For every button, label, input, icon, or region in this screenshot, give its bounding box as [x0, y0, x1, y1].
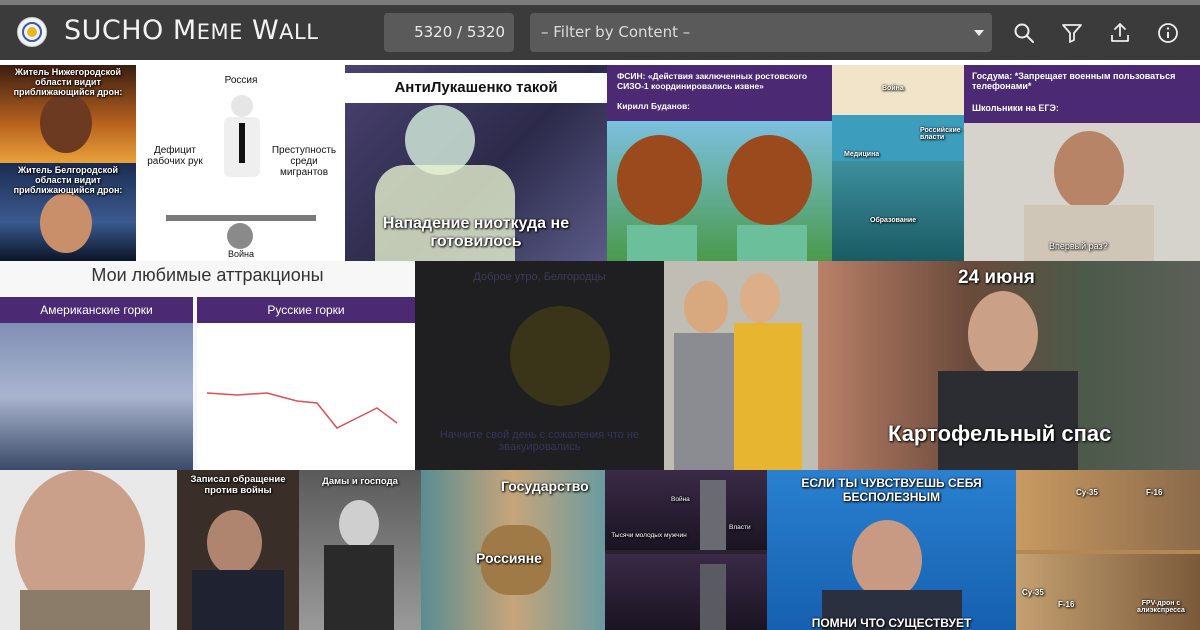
filter-placeholder: – Filter by Content – [541, 23, 691, 41]
meme-tile-monkey-puppet[interactable]: ФСИН: «Действия заключенных ростовского … [607, 65, 832, 261]
meme-caption: Государство [501, 478, 589, 494]
meme-caption: Война [882, 85, 904, 92]
upload-icon[interactable] [1108, 21, 1132, 45]
meme-caption: Записал обращение против войны [190, 474, 286, 496]
meme-caption: ПОМНИ ЧТО СУЩЕСТВУЕТ [811, 616, 972, 630]
meme-caption: F-16 [1058, 600, 1075, 609]
meme-tile-ladies-gentlemen[interactable]: Дамы и господа [299, 470, 421, 630]
meme-caption: Начните свой день с сожаления что не эва… [439, 429, 640, 453]
meme-caption: Су-35 [1076, 488, 1098, 497]
meme-caption: 24 июня [958, 267, 1035, 288]
meme-caption: FPV-дрон с алиэкспресса [1137, 600, 1185, 614]
meme-caption: Тысячи молодых мужчин [611, 532, 687, 539]
meme-caption: Госдума: *Запрещает военным пользоваться… [972, 71, 1176, 91]
meme-tile-arnold-address[interactable]: Записал обращение против войны [177, 470, 299, 630]
meme-tile-cat-state[interactable]: Государство Россияне [421, 470, 605, 630]
meme-caption: Су-35 [1022, 588, 1044, 597]
meme-caption: Дефицит рабочих рук [147, 145, 203, 167]
meme-caption: Российские власти [920, 127, 961, 141]
meme-caption: Мои любимые аттракционы [91, 265, 324, 285]
meme-caption: Впервый раз? [1049, 241, 1108, 251]
meme-caption: Картофельный спас [888, 421, 1112, 446]
meme-caption: Преступность среди мигрантов [271, 145, 337, 178]
meme-tile-lavrov[interactable]: ЕСЛИ ТЫ ЧУВСТВУЕШЬ СЕБЯ БЕСПОЛЕЗНЫМ ПОМН… [767, 470, 1016, 630]
meme-caption: Школьники на ЕГЭ: [972, 103, 1059, 113]
search-icon[interactable] [1012, 21, 1036, 45]
chevron-down-icon [974, 30, 984, 36]
meme-tile-hallway[interactable]: Война Власти Тысячи молодых мужчин [605, 470, 767, 630]
meme-caption: Доброе утро, Белгородцы [473, 271, 606, 283]
meme-tile-rollercoaster[interactable]: Мои любимые аттракционы Американские гор… [0, 261, 415, 470]
meme-tile-orban[interactable] [0, 470, 177, 630]
info-icon[interactable] [1156, 21, 1180, 45]
meme-caption: Война [671, 496, 690, 503]
meme-grid: Житель Нижегородской области видит прибл… [0, 60, 1200, 630]
meme-caption: Кирилл Буданов: [617, 101, 691, 111]
meme-tile-lukashenko[interactable]: АнтиЛукашенко такой Нападение ниоткуда н… [345, 65, 607, 261]
meme-caption: Русские горки [267, 303, 345, 317]
meme-caption: Нападение ниоткуда не готовилось [382, 215, 570, 250]
filter-icon[interactable] [1060, 21, 1084, 45]
meme-caption: F-16 [1146, 488, 1163, 497]
meme-caption: Россия [224, 75, 258, 86]
meme-caption: Россияне [476, 550, 542, 566]
meme-tile-balance[interactable]: Россия Дефицит рабочих рук Преступность … [136, 65, 345, 261]
meme-caption: Война [227, 249, 254, 259]
meme-caption: Житель Нижегородской области видит прибл… [13, 67, 123, 97]
navbar: SUCHO MEME WALL 5320 / 5320 – Filter by … [0, 5, 1200, 60]
brand-title[interactable]: SUCHO MEME WALL [64, 15, 318, 46]
meme-caption: АнтиЛукашенко такой [345, 73, 607, 103]
meme-caption: ФСИН: «Действия заключенных ростовского … [617, 71, 808, 91]
meme-tile-potato-spas[interactable]: 24 июня Картофельный спас [818, 261, 1200, 470]
meme-tile-belgorod-morning[interactable]: Доброе утро, Белгородцы Начните свой ден… [415, 261, 664, 470]
meme-tile-duma[interactable]: Госдума: *Запрещает военным пользоваться… [964, 65, 1200, 261]
meme-tile-pool[interactable]: Война Российские власти Медицина Образов… [832, 65, 964, 261]
meme-caption: Американские горки [40, 303, 153, 317]
meme-caption: Власти [729, 524, 751, 531]
meme-caption: Житель Белгородской области видит прибли… [13, 165, 123, 195]
meme-tile-godzilla[interactable]: Су-35 F-16 Су-35 F-16 FPV-дрон с алиэксп… [1016, 470, 1200, 630]
meme-tile-kim-putin[interactable] [664, 261, 818, 470]
meme-caption: Образование [870, 217, 917, 224]
meme-tile-drone[interactable]: Житель Нижегородской области видит прибл… [0, 65, 136, 261]
meme-counter: 5320 / 5320 [384, 13, 514, 52]
sucho-logo[interactable] [17, 17, 47, 47]
content-filter-select[interactable]: – Filter by Content – [530, 13, 992, 52]
meme-caption: Медицина [844, 151, 880, 158]
meme-caption: Дамы и господа [322, 476, 398, 487]
meme-caption: ЕСЛИ ТЫ ЧУВСТВУЕШЬ СЕБЯ БЕСПОЛЕЗНЫМ [801, 476, 982, 504]
